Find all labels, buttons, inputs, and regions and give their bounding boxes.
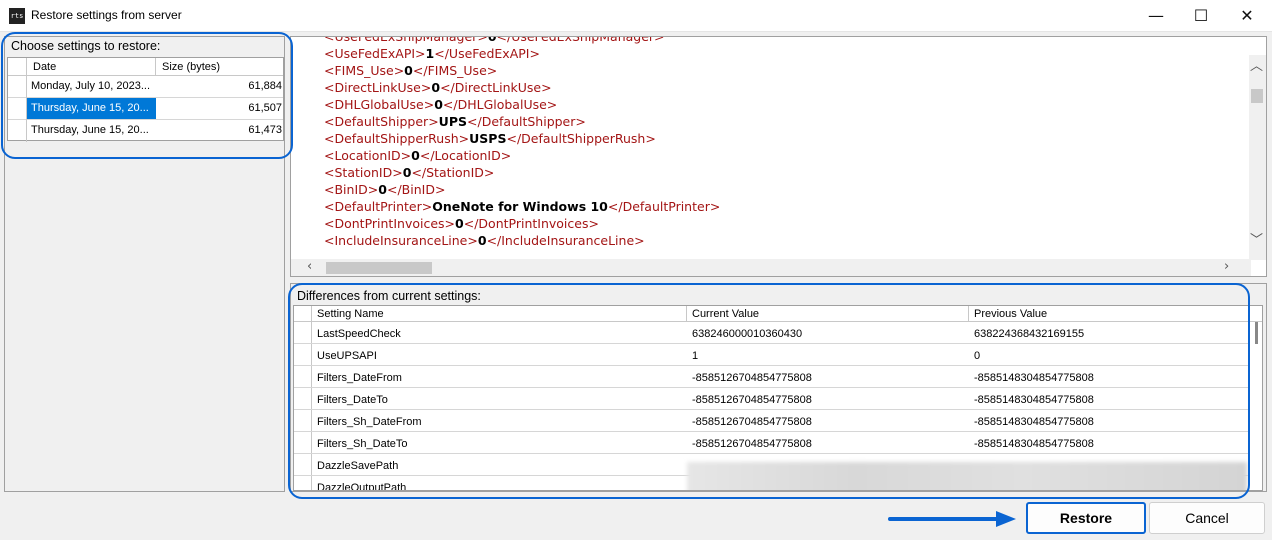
scroll-thumb[interactable]	[1251, 89, 1263, 103]
xml-open-tag: FIMS_Use	[334, 63, 394, 78]
xml-value: UPS	[438, 114, 467, 129]
xml-value: 1	[425, 46, 435, 61]
xml-open-tag: UseFedExShipManager	[334, 36, 478, 44]
maximize-button[interactable]: ☐	[1178, 0, 1224, 32]
xml-value: OneNote for Windows 10	[432, 199, 608, 214]
xml-close-tag: UseFedExAPI	[448, 46, 530, 61]
xml-value: USPS	[469, 131, 507, 146]
xml-close-tag: LocationID	[434, 148, 501, 163]
xml-open-tag: UseFedExAPI	[334, 46, 416, 61]
xml-value: 0	[411, 148, 420, 163]
xml-value: 0	[487, 36, 497, 44]
xml-line: <IncludeInsuranceLine>0</IncludeInsuranc…	[324, 233, 645, 248]
xml-open-tag: DefaultShipper	[334, 114, 429, 129]
xml-value: 0	[477, 233, 487, 248]
xml-close-tag: FIMS_Use	[427, 63, 487, 78]
xml-close-tag: DontPrintInvoices	[478, 216, 589, 231]
xml-close-tag: DefaultShipperRush	[521, 131, 646, 146]
xml-line: <UseFedExAPI>1</UseFedExAPI>	[324, 46, 540, 61]
xml-close-tag: DefaultPrinter	[622, 199, 710, 214]
xml-line: <DefaultShipper>UPS</DefaultShipper>	[324, 114, 586, 129]
xml-value: 0	[402, 165, 412, 180]
xml-close-tag: BinID	[401, 182, 435, 197]
xml-close-tag: UseFedExShipManager	[511, 36, 655, 44]
xml-value: 0	[455, 216, 464, 231]
xml-open-tag: DefaultPrinter	[334, 199, 422, 214]
scroll-thumb[interactable]	[1255, 322, 1258, 344]
app-icon: rts	[9, 8, 25, 24]
xml-line: <DontPrintInvoices>0</DontPrintInvoices>	[324, 216, 599, 231]
restore-button[interactable]: Restore	[1026, 502, 1146, 534]
title-bar: rts Restore settings from server — ☐ ✕	[0, 0, 1272, 32]
xml-close-tag: DHLGlobalUse	[457, 97, 547, 112]
vertical-scrollbar[interactable]	[1250, 322, 1262, 490]
scroll-up-icon[interactable]: ︿	[1250, 55, 1263, 74]
scroll-left-icon[interactable]: ‹	[307, 259, 312, 274]
scroll-thumb[interactable]	[326, 262, 432, 274]
xml-line: <DirectLinkUse>0</DirectLinkUse>	[324, 80, 552, 95]
xml-line: <BinID>0</BinID>	[324, 182, 446, 197]
xml-value: 0	[378, 182, 387, 197]
scroll-down-icon[interactable]: ﹀	[1250, 229, 1263, 248]
horizontal-scrollbar[interactable]: ‹ ›	[291, 259, 1251, 276]
xml-close-tag: DefaultShipper	[481, 114, 576, 129]
cancel-button[interactable]: Cancel	[1149, 502, 1265, 534]
xml-open-tag: DHLGlobalUse	[334, 97, 424, 112]
scroll-right-icon[interactable]: ›	[1224, 259, 1229, 274]
xml-value: 0	[434, 97, 443, 112]
xml-open-tag: DontPrintInvoices	[334, 216, 445, 231]
xml-line: <FIMS_Use>0</FIMS_Use>	[324, 63, 498, 78]
xml-content: <UseFedExShipManager>0</UseFedExShipMana…	[324, 36, 721, 249]
close-button[interactable]: ✕	[1224, 0, 1270, 32]
xml-open-tag: IncludeInsuranceLine	[334, 233, 468, 248]
highlight-settings-list	[1, 32, 293, 159]
xml-line: <StationID>0</StationID>	[324, 165, 495, 180]
xml-close-tag: IncludeInsuranceLine	[501, 233, 635, 248]
xml-open-tag: DefaultShipperRush	[334, 131, 459, 146]
xml-close-tag: StationID	[426, 165, 484, 180]
xml-line: <DefaultShipperRush>USPS</DefaultShipper…	[324, 131, 656, 146]
xml-preview[interactable]: <UseFedExShipManager>0</UseFedExShipMana…	[290, 36, 1267, 277]
window-title: Restore settings from server	[31, 8, 182, 22]
xml-open-tag: DirectLinkUse	[334, 80, 421, 95]
xml-close-tag: DirectLinkUse	[454, 80, 542, 95]
xml-line: <UseFedExShipManager>0</UseFedExShipMana…	[324, 36, 720, 45]
xml-value: 0	[404, 63, 413, 78]
xml-open-tag: StationID	[334, 165, 393, 180]
highlight-differences	[288, 283, 1250, 499]
xml-value: 0	[431, 80, 441, 95]
arrow-icon	[888, 511, 1016, 527]
xml-open-tag: LocationID	[334, 148, 401, 163]
xml-open-tag: BinID	[334, 182, 368, 197]
xml-line: <LocationID>0</LocationID>	[324, 148, 512, 163]
minimize-button[interactable]: —	[1133, 0, 1179, 32]
xml-line: <DefaultPrinter>OneNote for Windows 10</…	[324, 199, 721, 214]
xml-line: <DHLGlobalUse>0</DHLGlobalUse>	[324, 97, 558, 112]
